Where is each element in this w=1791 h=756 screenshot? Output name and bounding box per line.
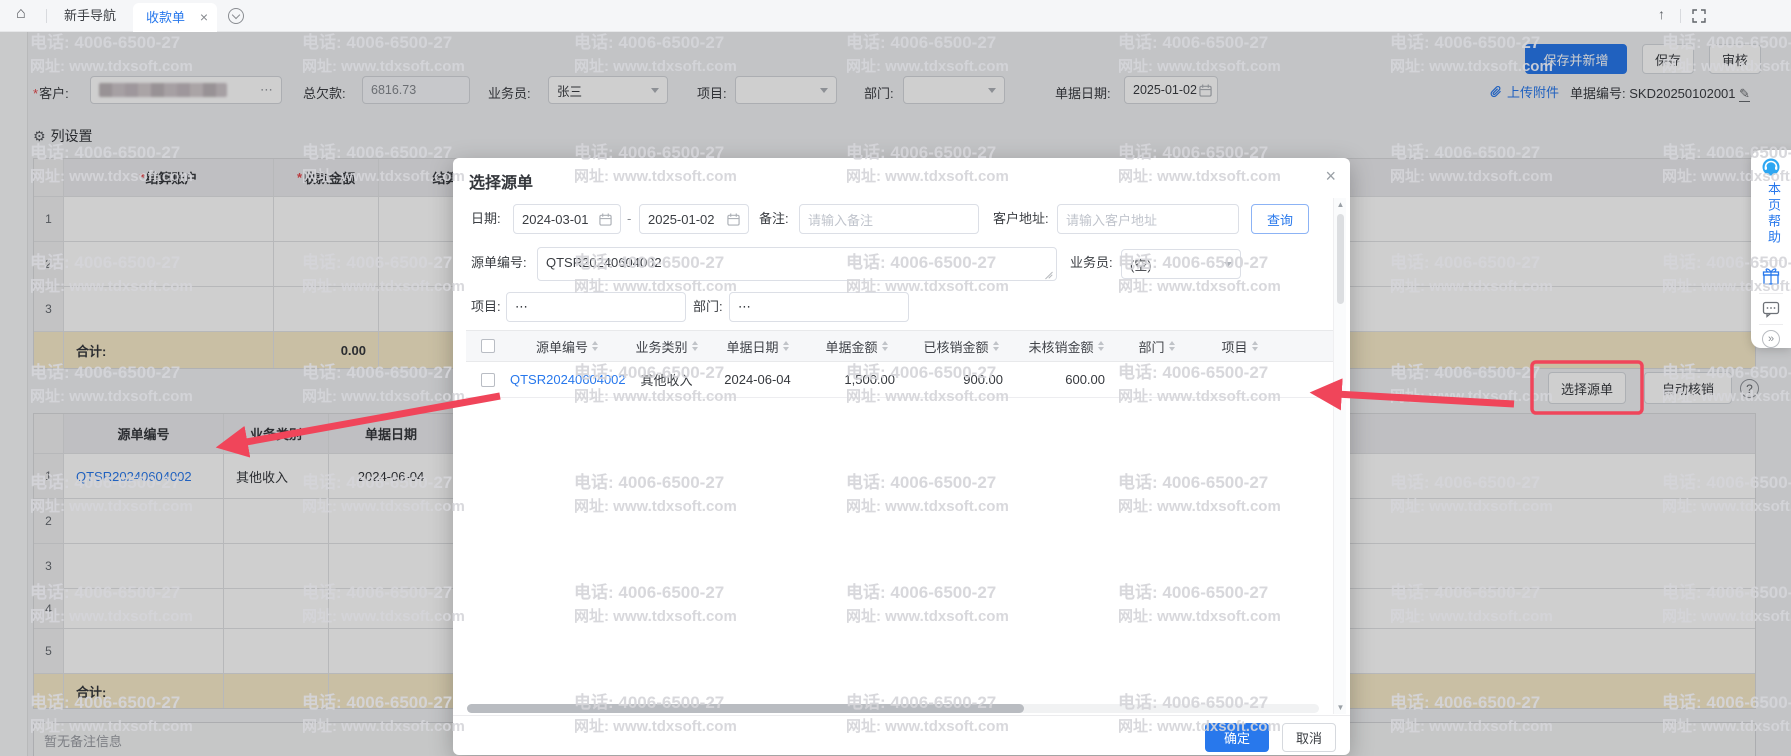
date-range-label: 日期: <box>471 204 501 234</box>
dept-picker-icon[interactable]: ⋯ <box>738 299 751 315</box>
h-project[interactable]: 项目 <box>1196 331 1283 361</box>
scroll-down-icon[interactable]: ▼ <box>1334 703 1347 712</box>
address-placeholder: 请输入客户地址 <box>1066 210 1157 229</box>
modal-dept-input[interactable]: ⋯ <box>729 292 909 322</box>
sort-icon[interactable] <box>993 341 999 351</box>
modal-close-icon[interactable]: × <box>1325 166 1336 187</box>
select-source-doc-modal: 选择源单 × 日期: 2024-03-01 - 2025-01-02 备注: 请… <box>453 158 1350 755</box>
modal-table-header: 源单编号 业务类别 单据日期 单据金额 已核销金额 未核销金额 部门 项目 <box>466 330 1333 362</box>
modal-source-table: 源单编号 业务类别 单据日期 单据金额 已核销金额 未核销金额 部门 项目 QT… <box>466 330 1333 398</box>
app-window: ⌂ 新手导航 收款单 × ↑ 保存并新增 保存 审核 *客户: ⋯ 总欠款: 6… <box>0 0 1791 756</box>
caret-down-icon <box>1224 262 1232 267</box>
source-no-textarea[interactable]: QTSR20240604002 <box>537 247 1057 281</box>
modal-footer: 确定 取消 <box>453 715 1350 755</box>
tab-receipt-active[interactable]: 收款单 × <box>133 3 217 32</box>
h-doc-date[interactable]: 单据日期 <box>709 331 806 361</box>
h-source-no[interactable]: 源单编号 <box>510 331 624 361</box>
cell-dept <box>1117 362 1196 397</box>
chat-icon[interactable] <box>1762 300 1780 318</box>
cell-doc-amount: 1,500.00 <box>806 362 907 397</box>
project-picker-icon[interactable]: ⋯ <box>515 299 528 315</box>
modal-salesman-select[interactable]: (空) <box>1121 249 1241 279</box>
scrollbar-thumb[interactable] <box>1337 214 1344 304</box>
sort-icon[interactable] <box>783 341 789 351</box>
divider <box>1759 293 1783 294</box>
remark-placeholder: 请输入备注 <box>808 210 873 229</box>
resize-handle-icon[interactable] <box>1045 269 1054 278</box>
sort-icon[interactable] <box>1252 341 1258 351</box>
sort-icon[interactable] <box>692 341 698 351</box>
customer-address-input[interactable]: 请输入客户地址 <box>1057 204 1239 234</box>
gift-icon[interactable] <box>1762 268 1780 286</box>
scroll-top-icon[interactable]: ↑ <box>1658 6 1665 22</box>
sort-icon[interactable] <box>592 341 598 351</box>
chevron-down-icon <box>232 11 240 19</box>
tab-receipt-label: 收款单 <box>146 10 185 25</box>
remark-input[interactable]: 请输入备注 <box>799 204 979 234</box>
cancel-button[interactable]: 取消 <box>1282 723 1336 752</box>
sort-icon[interactable] <box>1098 341 1104 351</box>
date-to-input[interactable]: 2025-01-02 <box>639 204 749 234</box>
divider <box>1759 324 1783 325</box>
page-help-label[interactable]: 本页帮助 <box>1764 182 1791 246</box>
tab-list-dropdown-icon[interactable] <box>228 8 244 24</box>
confirm-button[interactable]: 确定 <box>1205 723 1269 752</box>
divider <box>46 9 47 23</box>
divider <box>1680 9 1681 23</box>
close-tab-icon[interactable]: × <box>200 3 208 32</box>
select-all-checkbox[interactable] <box>481 339 495 353</box>
horizontal-scrollbar[interactable] <box>467 704 1319 713</box>
tab-newbie-nav[interactable]: 新手导航 <box>64 0 116 32</box>
sort-icon[interactable] <box>882 341 888 351</box>
cell-writeoff-amount: 900.00 <box>907 362 1015 397</box>
help-mascot-icon[interactable] <box>1761 157 1781 177</box>
calendar-icon <box>599 213 612 226</box>
modal-project-input[interactable]: ⋯ <box>506 292 686 322</box>
remark-label: 备注: <box>759 204 789 234</box>
sort-icon[interactable] <box>1169 341 1175 351</box>
query-button[interactable]: 查询 <box>1251 204 1309 234</box>
modal-dept-label: 部门: <box>693 292 723 322</box>
range-dash: - <box>627 204 631 234</box>
customer-address-label: 客户地址: <box>993 204 1049 234</box>
modal-salesman-label: 业务员: <box>1070 248 1113 278</box>
collapse-panel-icon[interactable]: » <box>1762 330 1780 348</box>
vertical-scrollbar[interactable]: ▲ ▼ <box>1333 198 1346 714</box>
cell-unwriteoff-amount: 600.00 <box>1015 362 1117 397</box>
source-doc-link[interactable]: QTSR20240604002 <box>510 372 626 387</box>
h-doc-amount[interactable]: 单据金额 <box>806 331 907 361</box>
row-checkbox[interactable] <box>481 373 495 387</box>
modal-table-row[interactable]: QTSR20240604002 其他收入 2024-06-04 1,500.00… <box>466 362 1333 398</box>
h-unwriteoff-amount[interactable]: 未核销金额 <box>1015 331 1117 361</box>
help-side-panel: 本页帮助 » <box>1751 150 1791 348</box>
scroll-up-icon[interactable]: ▲ <box>1334 200 1347 209</box>
home-icon[interactable]: ⌂ <box>16 5 26 23</box>
date-from-input[interactable]: 2024-03-01 <box>513 204 621 234</box>
calendar-icon <box>727 213 740 226</box>
cell-doc-date: 2024-06-04 <box>709 362 806 397</box>
source-no-label: 源单编号: <box>471 248 527 278</box>
cell-project <box>1196 362 1283 397</box>
modal-title: 选择源单 <box>469 169 533 193</box>
scrollbar-thumb[interactable] <box>467 704 1024 713</box>
tab-bar: ⌂ 新手导航 收款单 × ↑ <box>0 0 1791 32</box>
modal-project-label: 项目: <box>471 292 501 322</box>
h-dept[interactable]: 部门 <box>1117 331 1196 361</box>
fullscreen-icon[interactable] <box>1692 9 1706 23</box>
h-biz-type[interactable]: 业务类别 <box>624 331 709 361</box>
divider <box>1759 260 1783 261</box>
cell-biz-type: 其他收入 <box>624 362 709 397</box>
h-writeoff-amount[interactable]: 已核销金额 <box>907 331 1015 361</box>
